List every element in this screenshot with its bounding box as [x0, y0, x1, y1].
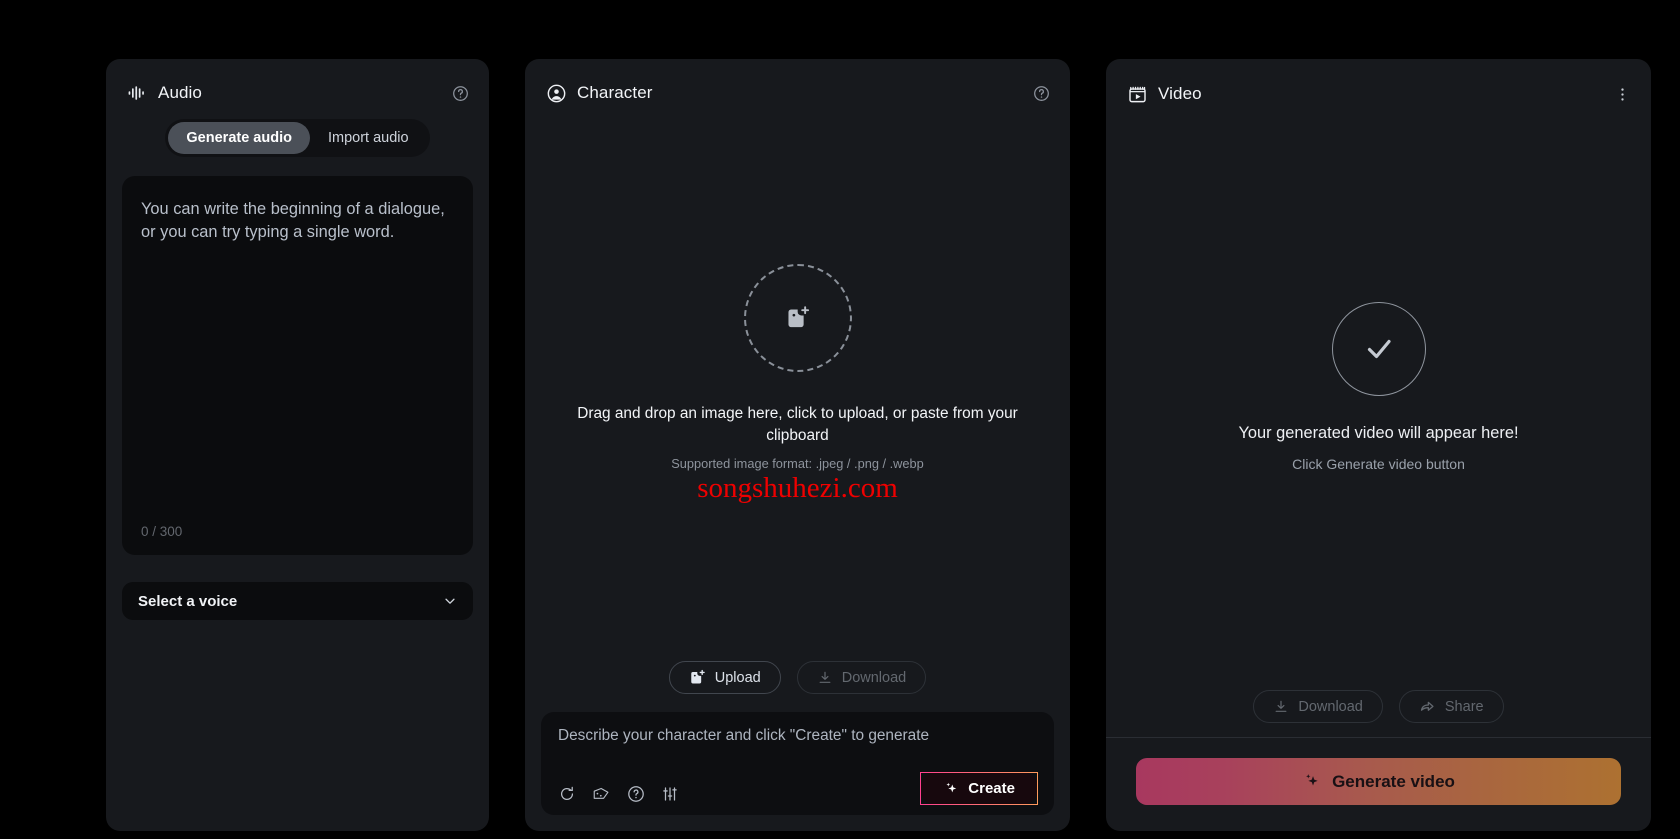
video-empty-title: Your generated video will appear here!	[1238, 424, 1519, 442]
audio-panel: Audio Generate audio Import audio You ca…	[106, 59, 489, 831]
character-panel-title: Character	[547, 83, 653, 103]
audio-prompt-placeholder: You can write the beginning of a dialogu…	[141, 200, 445, 242]
create-button[interactable]: Create	[920, 772, 1038, 805]
audio-panel-title-label: Audio	[158, 83, 202, 102]
generate-video-label: Generate video	[1332, 771, 1455, 791]
image-plus-icon	[689, 669, 706, 686]
character-prompt-box[interactable]: Describe your character and click "Creat…	[541, 712, 1054, 815]
audio-panel-title: Audio	[128, 83, 202, 103]
share-icon	[1419, 698, 1436, 715]
image-dropzone[interactable]	[743, 263, 852, 372]
character-panel-title-label: Character	[577, 83, 653, 102]
download-icon	[1273, 699, 1289, 715]
character-prompt-placeholder: Describe your character and click "Creat…	[558, 727, 930, 744]
tab-generate-audio[interactable]: Generate audio	[168, 122, 310, 154]
voice-select[interactable]: Select a voice	[122, 582, 473, 620]
clapperboard-icon	[1128, 85, 1147, 104]
video-panel: Video Your generated video will appear h…	[1106, 59, 1651, 831]
video-share-button[interactable]: Share	[1398, 690, 1504, 723]
user-circle-icon	[547, 84, 566, 103]
character-download-button[interactable]: Download	[796, 661, 927, 694]
help-circle-icon[interactable]	[627, 785, 645, 803]
character-prompt-tools	[558, 784, 679, 803]
video-empty-subtitle: Click Generate video button	[1292, 456, 1465, 472]
download-icon	[817, 670, 833, 686]
audio-mode-segmented-control: Generate audio Import audio	[165, 119, 430, 157]
upload-button[interactable]: Upload	[668, 661, 781, 694]
generate-video-button[interactable]: Generate video	[1136, 758, 1621, 805]
tab-import-audio[interactable]: Import audio	[310, 122, 427, 154]
character-dropzone-area[interactable]: Drag and drop an image here, click to up…	[525, 117, 1070, 712]
more-vertical-icon[interactable]	[1614, 86, 1631, 103]
chevron-down-icon	[443, 594, 457, 608]
refresh-icon[interactable]	[558, 785, 576, 803]
waveform-icon	[128, 85, 147, 101]
upload-button-label: Upload	[714, 669, 761, 686]
video-action-bar: Download Share	[1106, 690, 1651, 723]
character-panel: Character Drag and drop an image here, c…	[525, 59, 1070, 831]
sliders-icon[interactable]	[661, 785, 679, 803]
audio-prompt-input[interactable]: You can write the beginning of a dialogu…	[122, 176, 473, 555]
video-panel-title-label: Video	[1158, 84, 1202, 103]
dice-icon[interactable]	[592, 784, 611, 803]
video-footer: Generate video	[1106, 738, 1651, 831]
video-panel-title: Video	[1128, 84, 1202, 104]
video-panel-header: Video	[1106, 59, 1651, 117]
workspace: Audio Generate audio Import audio You ca…	[0, 0, 1680, 839]
help-circle-icon[interactable]	[1033, 85, 1050, 102]
sparkle-icon	[1302, 772, 1321, 791]
video-status-badge	[1331, 302, 1426, 396]
video-download-button[interactable]: Download	[1253, 690, 1383, 723]
character-action-bar: Upload Download	[525, 661, 1070, 694]
watermark: songshuhezi.com	[697, 472, 898, 504]
audio-mode-tabs: Generate audio Import audio	[106, 119, 489, 157]
voice-select-label: Select a voice	[138, 592, 238, 610]
sparkle-icon	[943, 781, 959, 797]
character-panel-header: Character	[525, 59, 1070, 117]
help-circle-icon[interactable]	[452, 85, 469, 102]
create-button-label: Create	[968, 780, 1015, 797]
audio-char-count: 0 / 300	[141, 524, 183, 539]
video-share-label: Share	[1444, 698, 1484, 715]
video-download-label: Download	[1298, 698, 1363, 715]
image-plus-icon	[785, 305, 811, 331]
dropzone-instruction: Drag and drop an image here, click to up…	[577, 404, 1018, 444]
character-download-label: Download	[841, 669, 907, 686]
audio-panel-header: Audio	[106, 59, 489, 117]
check-icon	[1359, 329, 1399, 369]
dropzone-formats: Supported image format: .jpeg / .png / .…	[671, 456, 924, 472]
video-empty-state: Your generated video will appear here! C…	[1106, 117, 1651, 737]
